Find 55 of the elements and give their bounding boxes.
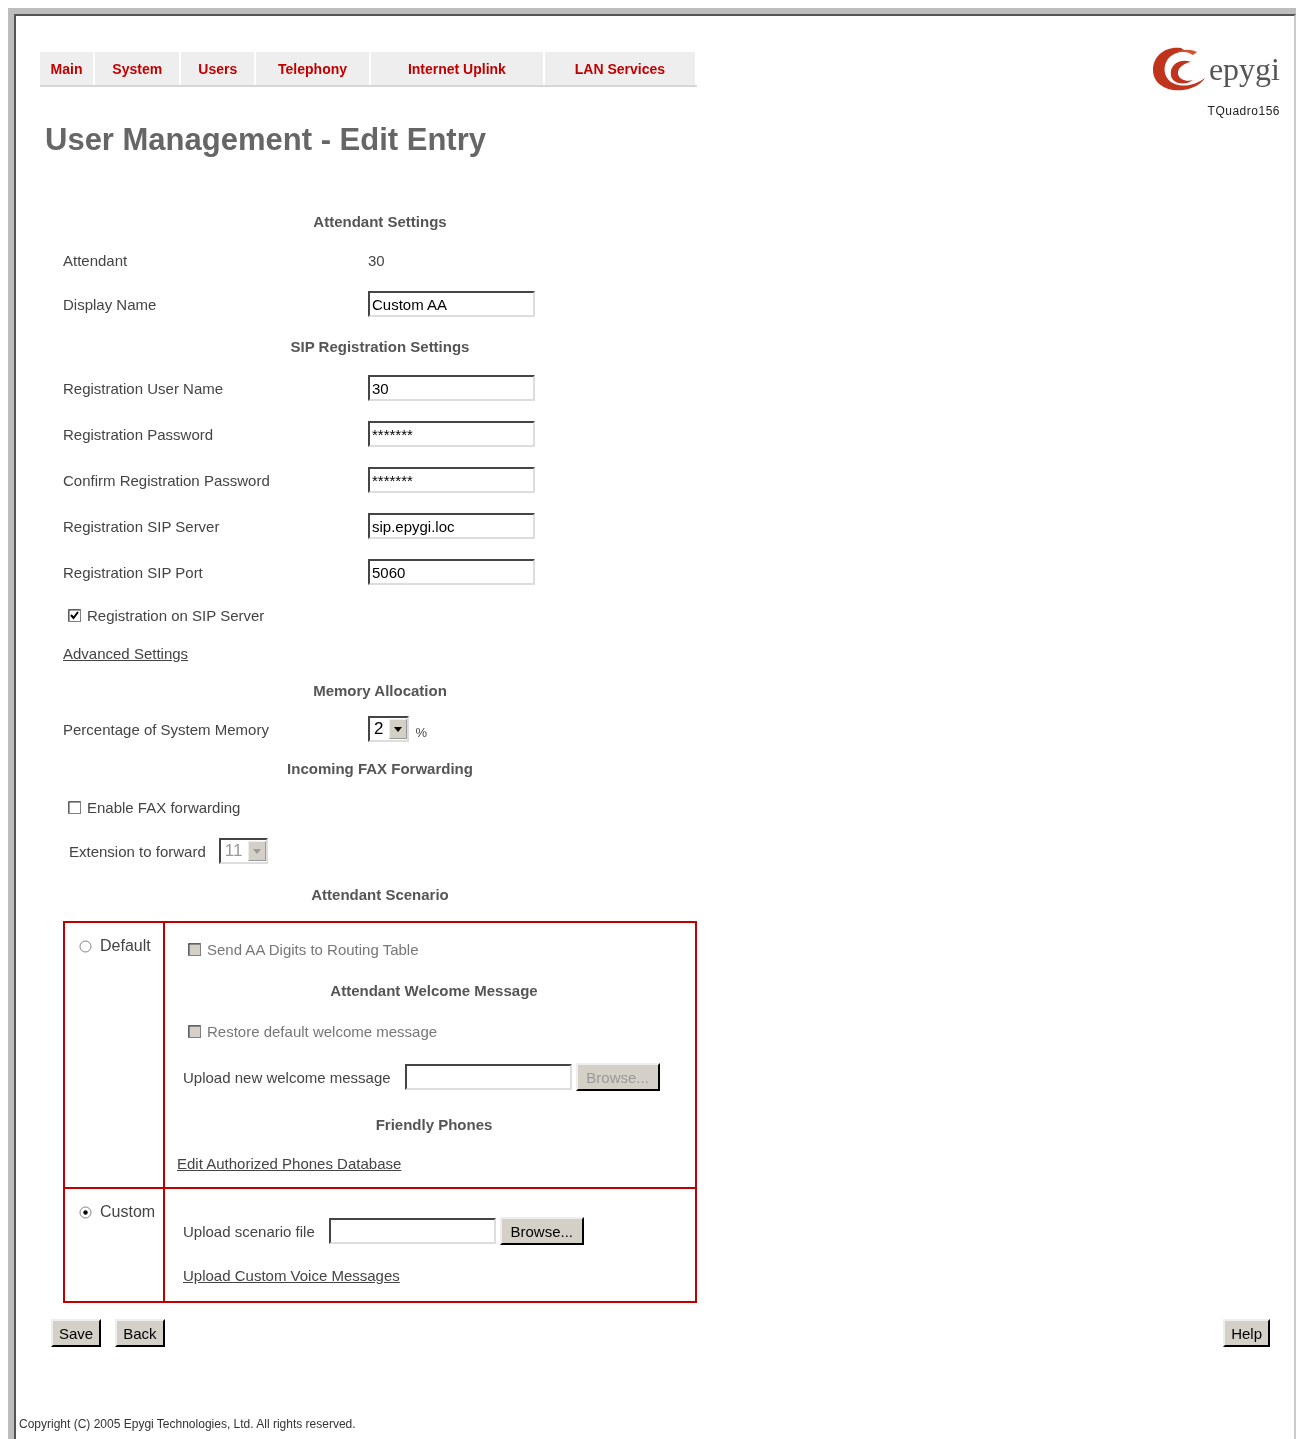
nav-tab[interactable]: System: [95, 52, 182, 85]
field-label: Upload scenario file: [183, 1222, 315, 1240]
field-label: Registration User Name: [63, 379, 225, 397]
text-field[interactable]: Custom AA: [368, 291, 535, 317]
field-label: Registration SIP Server: [63, 517, 221, 535]
copyright-text: Copyright (C) 2005 Epygi Technologies, Ltd. All rights reserved.: [19, 1417, 356, 1431]
field-label: Registration Password: [63, 425, 215, 443]
text-field[interactable]: *******: [368, 467, 535, 493]
link[interactable]: Edit Authorized Phones Database: [177, 1154, 402, 1172]
help-button[interactable]: Help: [1223, 1319, 1270, 1347]
field-label: Registration SIP Port: [63, 563, 204, 581]
radio-button[interactable]: [79, 1206, 92, 1219]
field-label: Upload new welcome message: [183, 1068, 391, 1086]
field-label: Display Name: [63, 295, 158, 313]
nav-tab[interactable]: LAN Services: [544, 52, 697, 85]
section-heading: Attendant Welcome Message: [330, 981, 538, 999]
radio-button[interactable]: [79, 940, 92, 953]
logo-text: epygi: [1208, 53, 1280, 85]
text-field[interactable]: sip.epygi.loc: [368, 513, 535, 539]
nav-tab[interactable]: Internet Uplink: [371, 52, 545, 85]
nav-tab[interactable]: Telephony: [256, 52, 371, 85]
action-button[interactable]: Save: [51, 1319, 102, 1347]
field-label: Confirm Registration Password: [63, 471, 271, 489]
model-name: TQuadro156: [1207, 104, 1280, 118]
field-label: Attendant: [63, 252, 129, 269]
checkbox-label: Enable FAX forwarding: [87, 798, 241, 816]
section-heading: Memory Allocation: [313, 681, 447, 699]
action-button[interactable]: Back: [115, 1319, 165, 1347]
checkbox[interactable]: [68, 608, 81, 622]
radio-label: Default: [100, 937, 151, 955]
section-heading: Attendant Scenario: [311, 885, 449, 903]
checkbox-label: Registration on SIP Server: [87, 606, 265, 624]
checkbox-label: Restore default welcome message: [207, 1022, 438, 1040]
link[interactable]: Upload Custom Voice Messages: [183, 1266, 400, 1284]
checkbox[interactable]: [68, 800, 81, 814]
field-label: Percentage of System Memory: [63, 720, 270, 738]
text-field[interactable]: 30: [368, 375, 535, 401]
unit-label: %: [415, 724, 428, 740]
nav-tab[interactable]: Users: [181, 52, 257, 85]
dropdown[interactable]: 2: [368, 716, 410, 742]
radio-label: Custom: [100, 1203, 156, 1221]
section-heading: Attendant Settings: [313, 212, 447, 230]
section-heading: SIP Registration Settings: [290, 337, 470, 355]
checkbox-label: Send AA Digits to Routing Table: [207, 940, 419, 958]
link[interactable]: Advanced Settings: [63, 644, 189, 662]
browse-button[interactable]: Browse...: [499, 1217, 584, 1245]
section-heading: Incoming FAX Forwarding: [287, 759, 473, 777]
nav-tab[interactable]: Main: [40, 52, 95, 85]
page-title: User Management - Edit Entry: [45, 122, 487, 158]
field-value: 30: [368, 252, 385, 269]
text-field[interactable]: *******: [368, 421, 535, 447]
text-field[interactable]: 5060: [368, 559, 535, 585]
file-field[interactable]: [328, 1218, 496, 1244]
section-heading: Friendly Phones: [375, 1115, 493, 1133]
field-label: Extension to forward: [69, 842, 206, 860]
